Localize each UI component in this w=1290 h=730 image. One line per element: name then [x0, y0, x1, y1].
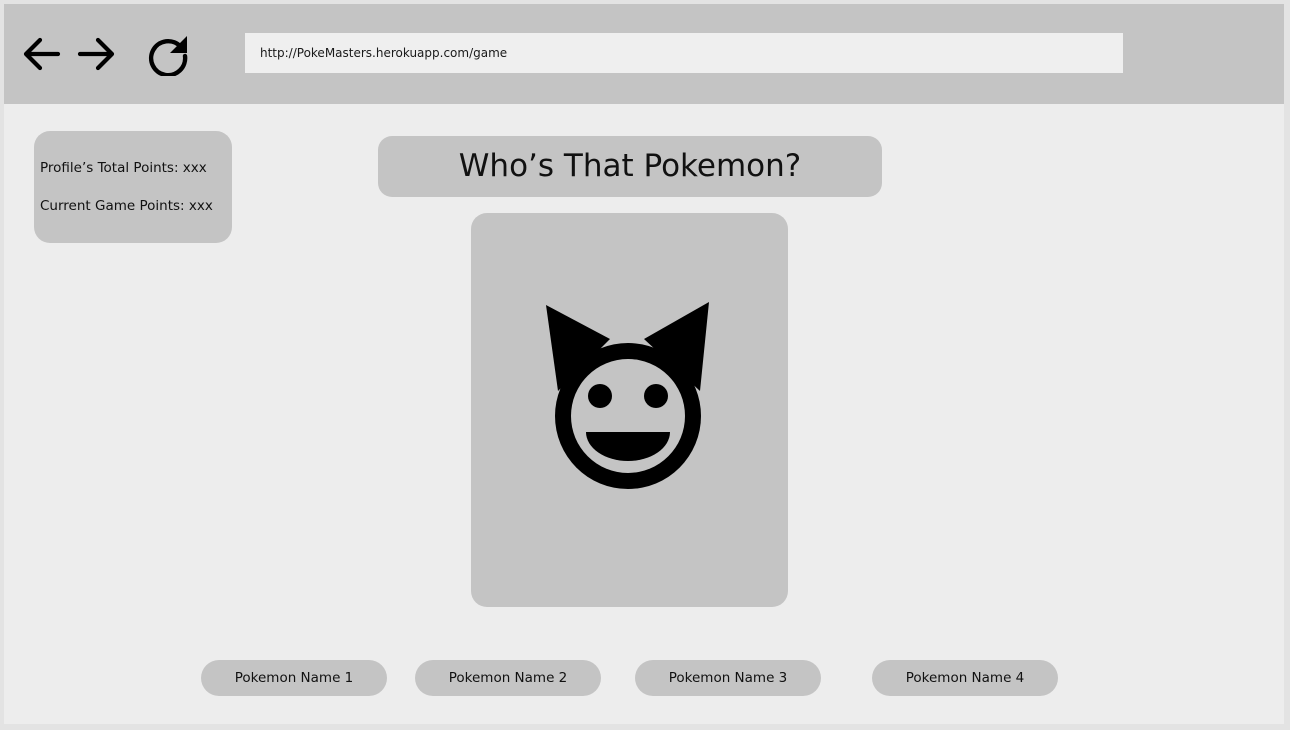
- browser-toolbar: http://PokeMasters.herokuapp.com/game: [4, 4, 1284, 104]
- arrow-left-icon: [23, 37, 61, 71]
- answer-button-4[interactable]: Pokemon Name 4: [872, 660, 1058, 696]
- arrow-right-icon: [77, 37, 115, 71]
- back-button[interactable]: [20, 32, 64, 76]
- page-title: Who’s That Pokemon?: [378, 136, 882, 197]
- pokemon-image-card: [471, 213, 788, 607]
- profile-total-points: Profile’s Total Points: xxx: [40, 160, 207, 176]
- reload-button[interactable]: [146, 32, 190, 76]
- answer-button-2[interactable]: Pokemon Name 2: [415, 660, 601, 696]
- points-panel: Profile’s Total Points: xxx Current Game…: [34, 131, 232, 243]
- reload-icon: [148, 36, 188, 76]
- address-bar[interactable]: http://PokeMasters.herokuapp.com/game: [245, 33, 1123, 73]
- answer-button-3[interactable]: Pokemon Name 3: [635, 660, 821, 696]
- forward-button[interactable]: [74, 32, 118, 76]
- cat-face-icon: [542, 301, 712, 501]
- answer-button-1[interactable]: Pokemon Name 1: [201, 660, 387, 696]
- current-game-points: Current Game Points: xxx: [40, 198, 213, 214]
- browser-window: http://PokeMasters.herokuapp.com/game Pr…: [4, 4, 1284, 724]
